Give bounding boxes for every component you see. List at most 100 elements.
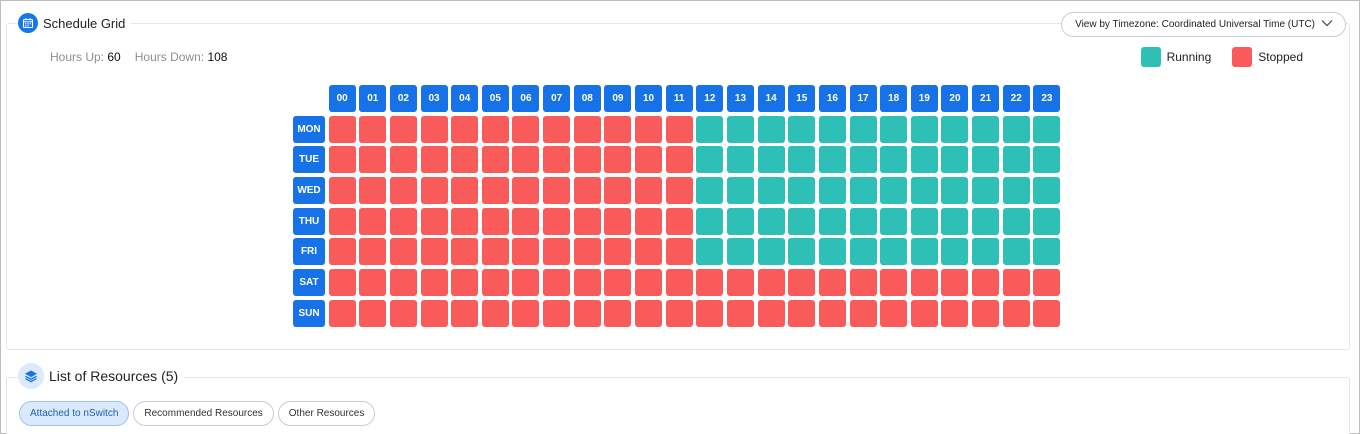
schedule-cell-tue-14[interactable] — [757, 146, 785, 174]
schedule-cell-wed-23[interactable] — [1033, 177, 1061, 205]
schedule-cell-sun-07[interactable] — [543, 299, 571, 327]
schedule-cell-thu-12[interactable] — [696, 207, 724, 235]
schedule-cell-fri-07[interactable] — [543, 238, 571, 266]
schedule-cell-wed-16[interactable] — [818, 177, 846, 205]
schedule-cell-tue-06[interactable] — [512, 146, 540, 174]
schedule-cell-thu-13[interactable] — [726, 207, 754, 235]
schedule-cell-tue-00[interactable] — [328, 146, 356, 174]
schedule-cell-mon-19[interactable] — [910, 115, 938, 143]
schedule-cell-thu-09[interactable] — [604, 207, 632, 235]
schedule-cell-sat-23[interactable] — [1033, 269, 1061, 297]
tab-attached-to-nswitch[interactable]: Attached to nSwitch — [19, 401, 130, 426]
schedule-cell-sun-03[interactable] — [420, 299, 448, 327]
schedule-cell-tue-03[interactable] — [420, 146, 448, 174]
schedule-cell-sat-04[interactable] — [451, 269, 479, 297]
schedule-cell-mon-12[interactable] — [696, 115, 724, 143]
schedule-cell-mon-18[interactable] — [880, 115, 908, 143]
schedule-cell-fri-16[interactable] — [818, 238, 846, 266]
schedule-cell-mon-00[interactable] — [328, 115, 356, 143]
schedule-cell-thu-03[interactable] — [420, 207, 448, 235]
schedule-cell-wed-03[interactable] — [420, 177, 448, 205]
schedule-cell-sun-05[interactable] — [481, 299, 509, 327]
schedule-cell-thu-22[interactable] — [1002, 207, 1030, 235]
schedule-cell-fri-23[interactable] — [1033, 238, 1061, 266]
schedule-cell-thu-06[interactable] — [512, 207, 540, 235]
schedule-cell-thu-00[interactable] — [328, 207, 356, 235]
schedule-cell-tue-22[interactable] — [1002, 146, 1030, 174]
schedule-cell-fri-01[interactable] — [359, 238, 387, 266]
schedule-cell-fri-15[interactable] — [788, 238, 816, 266]
schedule-cell-wed-15[interactable] — [788, 177, 816, 205]
schedule-cell-sun-19[interactable] — [910, 299, 938, 327]
schedule-cell-wed-00[interactable] — [328, 177, 356, 205]
schedule-cell-fri-11[interactable] — [665, 238, 693, 266]
schedule-cell-sun-11[interactable] — [665, 299, 693, 327]
schedule-cell-thu-11[interactable] — [665, 207, 693, 235]
schedule-cell-sat-02[interactable] — [389, 269, 417, 297]
schedule-cell-wed-04[interactable] — [451, 177, 479, 205]
schedule-cell-sat-10[interactable] — [635, 269, 663, 297]
schedule-cell-sun-21[interactable] — [972, 299, 1000, 327]
schedule-cell-mon-04[interactable] — [451, 115, 479, 143]
schedule-cell-fri-10[interactable] — [635, 238, 663, 266]
schedule-cell-tue-23[interactable] — [1033, 146, 1061, 174]
schedule-cell-sun-14[interactable] — [757, 299, 785, 327]
schedule-cell-wed-20[interactable] — [941, 177, 969, 205]
schedule-cell-sat-17[interactable] — [849, 269, 877, 297]
schedule-cell-sat-09[interactable] — [604, 269, 632, 297]
schedule-cell-fri-08[interactable] — [573, 238, 601, 266]
schedule-cell-sat-20[interactable] — [941, 269, 969, 297]
schedule-cell-tue-18[interactable] — [880, 146, 908, 174]
schedule-cell-thu-15[interactable] — [788, 207, 816, 235]
schedule-cell-thu-23[interactable] — [1033, 207, 1061, 235]
schedule-cell-thu-18[interactable] — [880, 207, 908, 235]
schedule-cell-sun-18[interactable] — [880, 299, 908, 327]
schedule-cell-sun-16[interactable] — [818, 299, 846, 327]
schedule-cell-fri-05[interactable] — [481, 238, 509, 266]
schedule-cell-sat-13[interactable] — [726, 269, 754, 297]
schedule-cell-tue-17[interactable] — [849, 146, 877, 174]
schedule-cell-tue-12[interactable] — [696, 146, 724, 174]
schedule-cell-fri-04[interactable] — [451, 238, 479, 266]
schedule-cell-sat-08[interactable] — [573, 269, 601, 297]
schedule-cell-thu-20[interactable] — [941, 207, 969, 235]
schedule-cell-fri-09[interactable] — [604, 238, 632, 266]
schedule-cell-wed-08[interactable] — [573, 177, 601, 205]
schedule-cell-thu-08[interactable] — [573, 207, 601, 235]
schedule-cell-sat-05[interactable] — [481, 269, 509, 297]
schedule-cell-wed-13[interactable] — [726, 177, 754, 205]
schedule-cell-sat-14[interactable] — [757, 269, 785, 297]
schedule-cell-wed-18[interactable] — [880, 177, 908, 205]
schedule-cell-mon-17[interactable] — [849, 115, 877, 143]
schedule-cell-wed-05[interactable] — [481, 177, 509, 205]
schedule-cell-tue-02[interactable] — [389, 146, 417, 174]
schedule-cell-fri-19[interactable] — [910, 238, 938, 266]
schedule-cell-fri-03[interactable] — [420, 238, 448, 266]
schedule-cell-mon-22[interactable] — [1002, 115, 1030, 143]
schedule-cell-sat-06[interactable] — [512, 269, 540, 297]
schedule-cell-thu-19[interactable] — [910, 207, 938, 235]
schedule-cell-sat-22[interactable] — [1002, 269, 1030, 297]
schedule-cell-wed-12[interactable] — [696, 177, 724, 205]
schedule-cell-fri-06[interactable] — [512, 238, 540, 266]
schedule-cell-tue-08[interactable] — [573, 146, 601, 174]
schedule-cell-wed-19[interactable] — [910, 177, 938, 205]
schedule-cell-fri-18[interactable] — [880, 238, 908, 266]
schedule-cell-sun-01[interactable] — [359, 299, 387, 327]
schedule-cell-sun-17[interactable] — [849, 299, 877, 327]
schedule-cell-sun-06[interactable] — [512, 299, 540, 327]
schedule-cell-mon-13[interactable] — [726, 115, 754, 143]
schedule-cell-sun-12[interactable] — [696, 299, 724, 327]
schedule-cell-mon-20[interactable] — [941, 115, 969, 143]
schedule-cell-sat-07[interactable] — [543, 269, 571, 297]
schedule-cell-sun-04[interactable] — [451, 299, 479, 327]
schedule-cell-fri-13[interactable] — [726, 238, 754, 266]
schedule-cell-sat-12[interactable] — [696, 269, 724, 297]
schedule-cell-tue-11[interactable] — [665, 146, 693, 174]
timezone-select[interactable]: View by Timezone: Coordinated Universal … — [1061, 12, 1346, 37]
schedule-cell-sun-08[interactable] — [573, 299, 601, 327]
schedule-cell-wed-06[interactable] — [512, 177, 540, 205]
schedule-cell-sun-00[interactable] — [328, 299, 356, 327]
schedule-cell-thu-01[interactable] — [359, 207, 387, 235]
schedule-cell-thu-21[interactable] — [972, 207, 1000, 235]
